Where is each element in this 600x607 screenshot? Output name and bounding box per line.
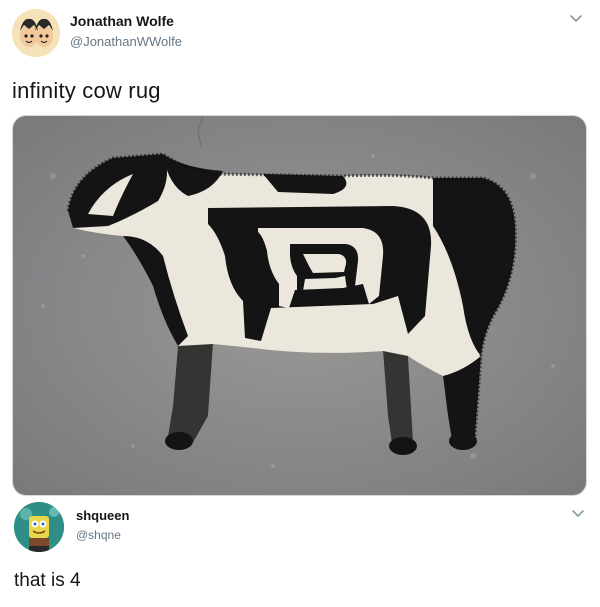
tweet-photo[interactable] bbox=[12, 115, 587, 496]
tweet: Jonathan Wolfe @JonathanWWolfe infinity … bbox=[0, 0, 600, 500]
avatar-image-icon bbox=[14, 502, 64, 552]
tweet-text: that is 4 bbox=[14, 570, 81, 591]
chevron-down-icon[interactable] bbox=[568, 10, 584, 26]
cow-rug-photo-icon bbox=[13, 116, 586, 495]
user-handle[interactable]: @JonathanWWolfe bbox=[70, 34, 182, 49]
avatar[interactable] bbox=[14, 502, 64, 552]
display-name[interactable]: shqueen bbox=[76, 508, 129, 523]
display-name[interactable]: Jonathan Wolfe bbox=[70, 13, 174, 29]
tweet-text: infinity cow rug bbox=[12, 78, 161, 103]
user-handle[interactable]: @shqne bbox=[76, 528, 121, 542]
avatar-image-icon bbox=[12, 9, 60, 57]
avatar[interactable] bbox=[12, 9, 60, 57]
chevron-down-icon[interactable] bbox=[570, 505, 586, 521]
